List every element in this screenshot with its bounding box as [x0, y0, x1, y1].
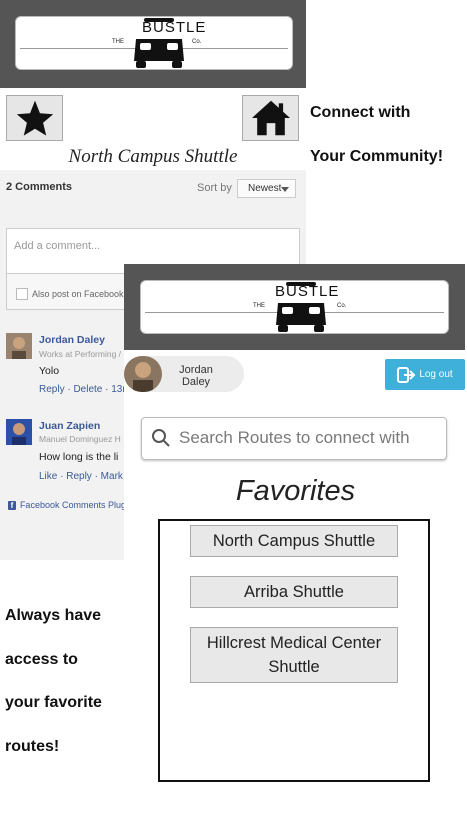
connect-text-line-2: Your Community!: [310, 148, 444, 165]
sort-value: Newest: [248, 183, 282, 194]
comment-actions[interactable]: Reply · Delete · 13m: [39, 384, 125, 395]
chevron-down-icon: [281, 187, 289, 192]
front-logo: THE BUSTLE Co.: [140, 280, 449, 334]
favorite-route-button[interactable]: Hillcrest Medical Center Shuttle: [190, 627, 398, 683]
route-title: North Campus Shuttle: [68, 146, 238, 167]
post-facebook-checkbox[interactable]: [16, 288, 28, 300]
user-name: Jordan Daley: [168, 364, 224, 388]
promo-text-line-2: access to: [5, 651, 78, 668]
user-photo-icon: [6, 419, 32, 445]
comment-text: How long is the li: [39, 451, 119, 463]
avatar[interactable]: [124, 356, 162, 392]
logout-label: Log out: [419, 369, 453, 380]
home-button[interactable]: [242, 95, 299, 141]
facebook-plugin-label: Facebook Comments Plug: [19, 500, 126, 510]
favorite-route-button[interactable]: North Campus Shuttle: [190, 525, 398, 557]
promo-text-line-4: routes!: [5, 738, 60, 755]
sort-select[interactable]: Newest: [237, 179, 296, 198]
user-first-name: Jordan: [179, 364, 213, 376]
avatar[interactable]: [6, 333, 32, 359]
comments-count: 2 Comments: [6, 181, 73, 193]
bus-logo-icon: [276, 282, 326, 332]
avatar[interactable]: [6, 419, 32, 445]
logout-button[interactable]: Log out: [385, 359, 465, 390]
connect-text-line-1: Connect with: [310, 104, 411, 121]
promo-text-line-1: Always have: [5, 607, 102, 624]
favorite-route-button[interactable]: Arriba Shuttle: [190, 576, 398, 608]
user-last-name: Daley: [181, 376, 211, 388]
facebook-plugin-link[interactable]: f Facebook Comments Plug: [8, 500, 126, 510]
comment-text: Yolo: [39, 365, 60, 377]
back-logo: THE BUSTLE Co.: [15, 16, 293, 70]
search-placeholder: Search Routes to connect with: [179, 428, 410, 447]
promo-text-line-3: your favorite: [5, 694, 102, 711]
comment-author[interactable]: Jordan Daley: [39, 334, 105, 346]
logo-the: THE: [112, 39, 124, 45]
logo-the: THE: [253, 303, 265, 309]
logo-co: Co.: [192, 39, 202, 45]
user-photo-icon: [124, 356, 162, 392]
sort-label: Sort by: [197, 182, 232, 194]
comment-actions[interactable]: Like · Reply · Mark: [39, 471, 125, 482]
comment-author[interactable]: Juan Zapien: [39, 420, 100, 432]
bus-logo-icon: [134, 18, 184, 68]
post-facebook-label: Also post on Facebook: [32, 289, 124, 299]
favorite-star-button[interactable]: [6, 95, 63, 141]
facebook-icon: f: [8, 500, 16, 510]
home-icon: [251, 100, 290, 136]
logo-co: Co.: [337, 303, 347, 309]
comment-author-work: Manuel Dominguez H: [39, 434, 121, 444]
favorites-title: Favorites: [235, 475, 356, 507]
user-photo-icon: [6, 333, 32, 359]
search-icon: [152, 429, 170, 447]
logout-icon: [397, 366, 416, 383]
comment-author-work: Works at Performing /: [39, 349, 122, 359]
star-icon: [16, 100, 53, 136]
